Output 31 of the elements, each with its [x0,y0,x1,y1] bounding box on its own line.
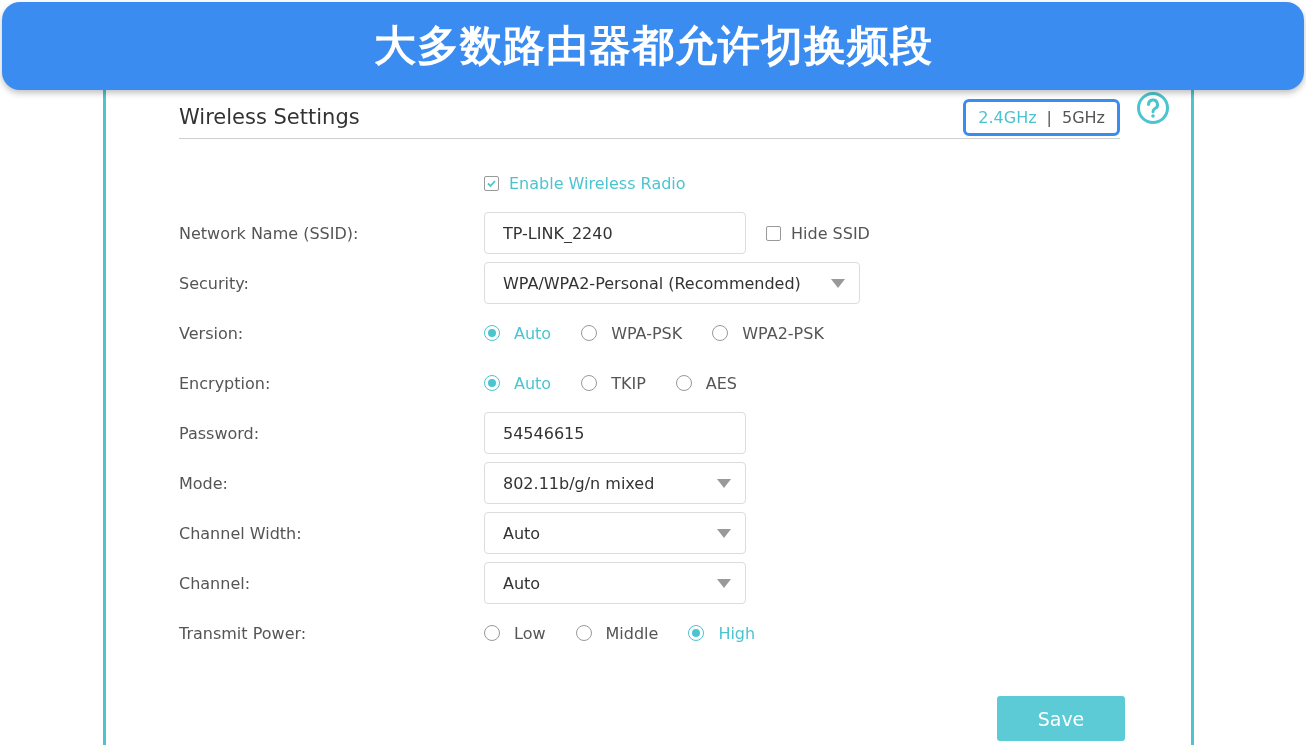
dropdown[interactable]: WPA/WPA2-Personal (Recommended) [484,262,860,304]
dropdown[interactable]: Auto [484,512,746,554]
caret-icon [717,528,731,538]
radio-option[interactable]: Middle [575,623,659,643]
text-field[interactable]: 54546615 [484,412,746,454]
caption-banner: 大多数路由器都允许切换频段 [2,2,1304,90]
radio-option[interactable]: AES [675,373,737,393]
separator: | [1046,108,1052,127]
radio-option[interactable]: Low [484,623,546,643]
section-title: Wireless Settings [179,104,360,129]
text-field[interactable]: TP-LINK_2240 [484,212,746,254]
dropdown[interactable]: 802.11b/g/n mixed [484,462,746,504]
caret-icon [830,278,845,288]
band-link[interactable]: 5GHz [1062,108,1105,127]
field-label: Mode: [179,473,229,493]
field-label: Version: [179,323,245,343]
caret-icon [717,478,731,488]
caret-icon [717,578,731,588]
help-icon[interactable] [1136,91,1170,125]
field-label: Channel Width: [179,523,303,543]
radio-option[interactable]: TKIP [581,373,646,393]
radio-option[interactable]: WPA-PSK [581,323,683,343]
field-label: Transmit Power: [179,623,308,643]
field-label: Security: [179,273,250,293]
field-label: Network Name (SSID): [179,223,360,243]
field-label: Encryption: [179,373,272,393]
radio-option[interactable]: WPA2-PSK [712,323,824,343]
field-label: Password: [179,423,261,443]
checkbox[interactable]: Hide SSID [766,223,870,243]
dropdown[interactable]: Auto [484,562,746,604]
field-label: Channel: [179,573,252,593]
